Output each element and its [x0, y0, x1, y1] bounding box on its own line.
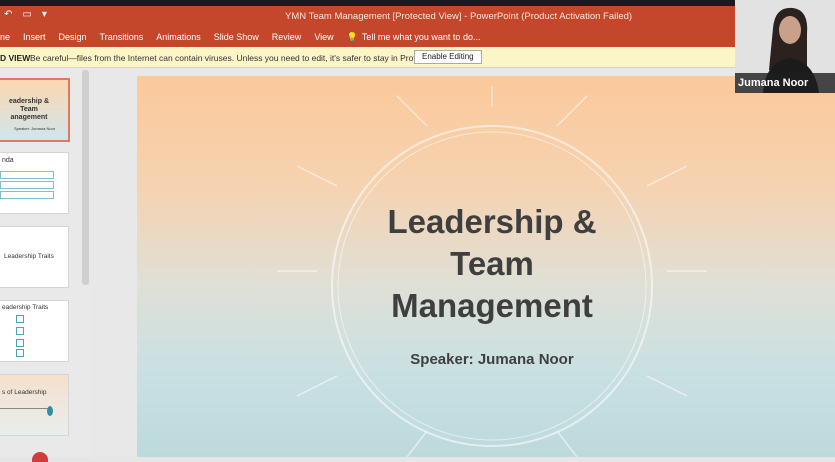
tab-transitions[interactable]: Transitions [100, 32, 144, 43]
ribbon-tabs: ne Insert Design Transitions Animations … [0, 28, 835, 47]
thumbnail-title: eadership & Team anagement [8, 98, 50, 121]
tell-me-text: Tell me what you want to do... [361, 32, 481, 42]
thumbnail-5[interactable]: s of Leadership [0, 374, 69, 436]
title-bar: ↶ ▭ ▾ YMN Team Management [Protected Vie… [0, 6, 835, 28]
thumbnail-2[interactable]: nda [0, 152, 69, 214]
thumbnail-title: eadership Traits [2, 304, 49, 311]
undo-icon[interactable]: ↶ [4, 9, 12, 20]
tab-slide-show[interactable]: Slide Show [214, 32, 259, 43]
thumbnail-3[interactable]: Leadership Traits [0, 226, 69, 288]
thumbnail-scrollbar[interactable] [82, 70, 89, 285]
tab-view[interactable]: View [314, 32, 333, 43]
present-icon[interactable]: ▭ [22, 9, 31, 20]
tab-home[interactable]: ne [0, 32, 10, 43]
thumbnail-title: Leadership Traits [4, 253, 54, 260]
quick-access-toolbar: ↶ ▭ ▾ [4, 9, 47, 20]
webcam-name-label: Jumana Noor [735, 73, 835, 93]
thumbnail-4[interactable]: eadership Traits [0, 300, 69, 362]
slide-title-line-2: Team [450, 245, 534, 282]
tab-review[interactable]: Review [272, 32, 302, 43]
enable-editing-button[interactable]: Enable Editing [414, 50, 482, 64]
tab-animations[interactable]: Animations [156, 32, 201, 43]
webcam-overlay: Jumana Noor [735, 0, 835, 93]
main-slide: Leadership & Team Management Speaker: Ju… [137, 76, 835, 457]
protected-view-message: Be careful—files from the Internet can c… [30, 53, 460, 63]
thumbnail-title: s of Leadership [2, 389, 47, 396]
protected-view-bar: D VIEW Be careful—files from the Interne… [0, 47, 835, 68]
slide-title-line-1: Leadership & [387, 203, 597, 240]
slide-speaker: Speaker: Jumana Noor [410, 351, 574, 368]
tell-me-box[interactable]: 💡 Tell me what you want to do... [347, 32, 481, 43]
protected-view-label: D VIEW [0, 53, 31, 63]
tab-design[interactable]: Design [59, 32, 87, 43]
tab-insert[interactable]: Insert [23, 32, 46, 43]
thumbnail-1[interactable]: eadership & Team anagement Speaker: Juma… [0, 78, 70, 142]
window-title: YMN Team Management [Protected View] - P… [285, 11, 633, 22]
thumbnail-6-peek[interactable] [32, 452, 48, 462]
slide-title-line-3: Management [391, 287, 593, 324]
thumbnail-subtitle: Speaker: Jumana Noor [14, 126, 56, 131]
thumbnail-title: nda [2, 157, 14, 164]
customize-icon[interactable]: ▾ [42, 9, 47, 20]
lightbulb-icon: 💡 [346, 32, 358, 42]
slide-thumbnails: eadership & Team anagement Speaker: Juma… [0, 68, 90, 462]
slide-title: Leadership & Team Management [342, 201, 642, 327]
